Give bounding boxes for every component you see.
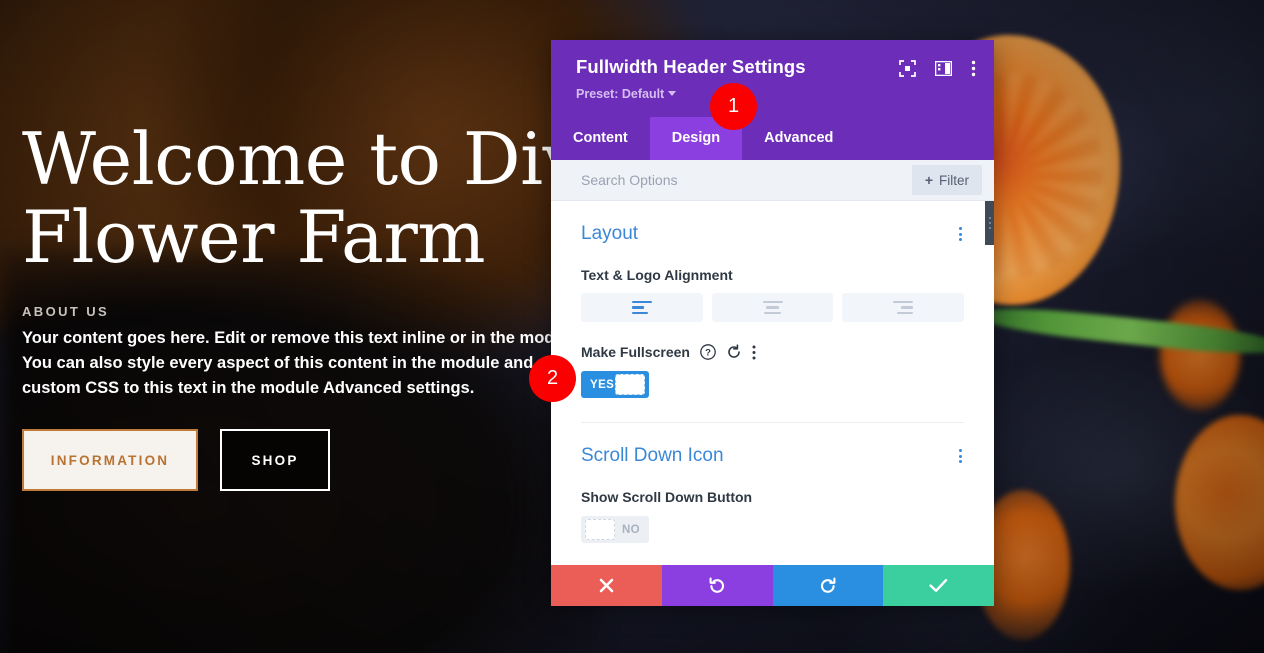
make-fullscreen-toggle[interactable]: YES [581, 371, 649, 398]
reset-icon[interactable] [726, 344, 742, 360]
tab-content[interactable]: Content [551, 117, 650, 160]
toggle-knob [585, 519, 615, 540]
section-scroll-down-more-icon[interactable] [957, 447, 964, 465]
align-center-icon [763, 301, 783, 315]
step-badge-2: 2 [529, 355, 576, 402]
shop-button[interactable]: SHOP [220, 429, 330, 491]
field-label-text: Show Scroll Down Button [581, 489, 752, 505]
section-title-scroll-down-icon: Scroll Down Icon [581, 445, 724, 467]
search-options-bar: + Filter [551, 160, 994, 201]
panel-scrollbar[interactable] [985, 201, 994, 245]
plus-icon: + [925, 172, 933, 188]
modal-header-icon-group [899, 56, 976, 77]
more-vertical-icon[interactable] [752, 345, 756, 360]
panel-layout-icon[interactable] [935, 61, 952, 76]
information-button[interactable]: INFORMATION [22, 429, 198, 491]
modal-footer [551, 565, 994, 606]
show-scroll-down-toggle-label: NO [613, 524, 649, 536]
section-layout-more-icon[interactable] [957, 225, 964, 243]
chevron-down-icon [668, 91, 676, 96]
tab-advanced[interactable]: Advanced [742, 117, 855, 160]
align-left-icon [632, 301, 652, 315]
section-scroll-down-icon: Scroll Down Icon Show Scroll Down Button… [551, 423, 994, 543]
show-scroll-down-button-toggle[interactable]: NO [581, 516, 649, 543]
modal-header: Fullwidth Header Settings [551, 40, 994, 117]
step-badge-1: 1 [710, 83, 757, 130]
more-vertical-icon[interactable] [971, 60, 976, 77]
section-title-layout: Layout [581, 223, 638, 245]
screen: Welcome to Divi Flower Farm ABOUT US You… [0, 0, 1264, 653]
fullwidth-header-settings-modal: Fullwidth Header Settings [551, 40, 994, 606]
filter-button-label: Filter [939, 173, 969, 188]
save-button[interactable] [883, 565, 994, 606]
scrollbar-grip-dot [989, 217, 991, 219]
check-icon [929, 578, 948, 593]
section-layout: Layout Text & Logo Alignment [551, 201, 994, 423]
svg-text:?: ? [705, 348, 711, 359]
align-left-button[interactable] [581, 293, 703, 322]
show-scroll-down-button-label: Show Scroll Down Button [581, 489, 964, 505]
redo-button[interactable] [773, 565, 884, 606]
cancel-button[interactable] [551, 565, 662, 606]
text-logo-alignment-label: Text & Logo Alignment [581, 267, 964, 283]
align-right-button[interactable] [842, 293, 964, 322]
modal-tabs: Content Design Advanced [551, 117, 994, 160]
filter-button[interactable]: + Filter [912, 165, 982, 195]
preset-selector[interactable]: Preset: Default [576, 85, 976, 117]
field-label-text: Text & Logo Alignment [581, 267, 733, 283]
redo-icon [819, 577, 837, 595]
align-center-button[interactable] [712, 293, 834, 322]
help-icon[interactable]: ? [700, 344, 716, 360]
modal-body: Layout Text & Logo Alignment [551, 201, 994, 565]
field-label-text: Make Fullscreen [581, 344, 690, 360]
focus-target-icon[interactable] [899, 60, 916, 77]
undo-button[interactable] [662, 565, 773, 606]
toggle-knob [615, 374, 645, 395]
undo-icon [708, 577, 726, 595]
text-logo-alignment-group [581, 293, 964, 322]
search-input[interactable] [581, 172, 912, 188]
preset-label: Preset: Default [576, 87, 664, 101]
modal-title: Fullwidth Header Settings [576, 56, 806, 78]
align-right-icon [893, 301, 913, 315]
scrollbar-grip-dot [989, 222, 991, 224]
scrollbar-grip-dot [989, 227, 991, 229]
make-fullscreen-label: Make Fullscreen ? [581, 344, 964, 360]
close-icon [599, 578, 614, 593]
